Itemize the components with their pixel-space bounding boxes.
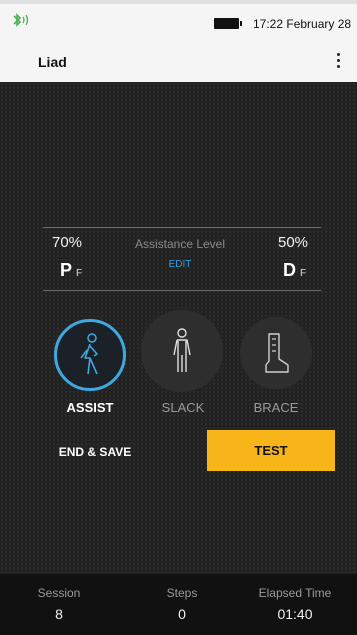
distal-letter: DF	[283, 260, 307, 280]
elapsed-value: 01:40	[277, 606, 313, 622]
elapsed-stat: Elapsed Time 01:40	[240, 574, 350, 622]
standing-person-icon	[173, 328, 191, 372]
boot-brace-icon	[265, 333, 289, 373]
session-footer: Session 8 Steps 0 Elapsed Time 01:40	[0, 574, 357, 635]
app-title: Liad	[38, 54, 67, 70]
main-panel: 70% PF Assistance Level EDIT 50% DF ASSI…	[0, 82, 357, 574]
session-stat: Session 8	[4, 574, 114, 622]
steps-label: Steps	[166, 586, 198, 600]
divider-top	[43, 227, 321, 228]
slack-mode-button[interactable]	[141, 310, 223, 392]
session-label: Session	[37, 586, 81, 600]
distal-percent: 50%	[278, 234, 309, 251]
proximal-percent: 70%	[52, 234, 83, 251]
bluetooth-icon	[13, 13, 29, 27]
walking-person-icon	[80, 333, 98, 375]
status-datetime: 17:22 February 28	[253, 17, 352, 31]
steps-value: 0	[178, 606, 186, 622]
overflow-menu-icon[interactable]	[331, 50, 345, 74]
brace-mode-button[interactable]	[240, 317, 312, 389]
status-bar: 17:22 February 28	[0, 0, 357, 42]
proximal-letter: PF	[60, 260, 83, 280]
assist-mode-label: ASSIST	[66, 400, 114, 415]
session-value: 8	[55, 606, 63, 622]
slack-mode-label: SLACK	[161, 400, 205, 415]
app-bar: Liad	[0, 42, 357, 82]
edit-link[interactable]: EDIT	[110, 259, 250, 270]
battery-icon	[214, 18, 242, 29]
divider-bottom	[43, 290, 321, 291]
assist-mode-button[interactable]	[54, 319, 126, 391]
test-button[interactable]: TEST	[207, 430, 335, 471]
brace-mode-label: BRACE	[253, 400, 299, 415]
steps-stat: Steps 0	[127, 574, 237, 622]
end-and-save-button[interactable]: END & SAVE	[40, 440, 150, 464]
assistance-level-label: Assistance Level	[134, 237, 226, 251]
elapsed-label: Elapsed Time	[258, 586, 332, 600]
